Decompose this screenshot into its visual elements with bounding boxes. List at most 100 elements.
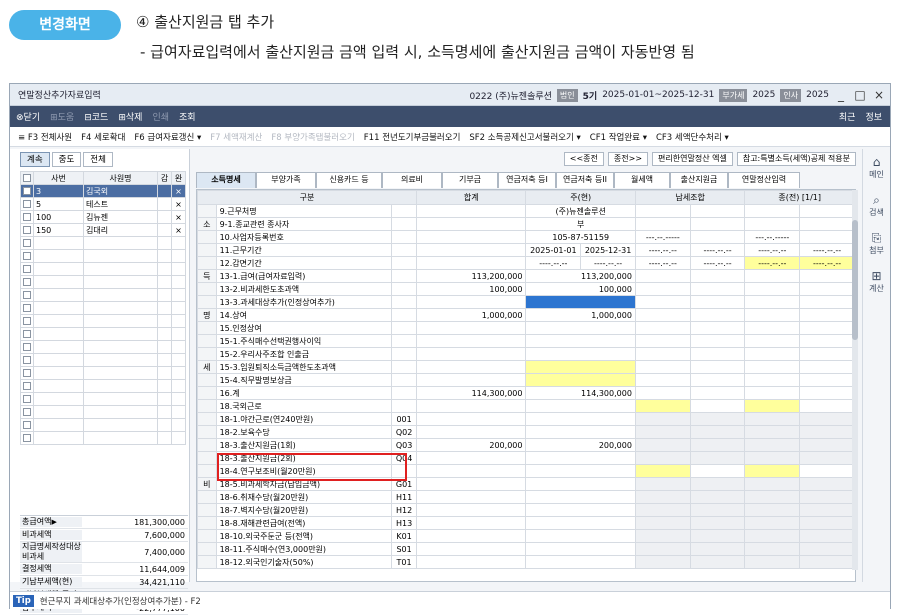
action-button-2[interactable]: 편리한연말정산 엑셀 (652, 152, 733, 166)
other-cell[interactable]: ---.--.----- (744, 230, 801, 244)
tab-2[interactable]: 전체 (83, 152, 113, 167)
current-cell[interactable] (525, 451, 636, 465)
info-button[interactable]: 정보 (865, 110, 882, 123)
current-cell[interactable] (525, 321, 636, 335)
other-cell[interactable] (689, 347, 746, 361)
other-cell[interactable] (744, 490, 801, 504)
other-cell[interactable] (689, 386, 746, 400)
sum-cell[interactable] (415, 542, 527, 556)
sum-cell[interactable] (415, 360, 527, 374)
current-cell[interactable] (525, 516, 636, 530)
other-cell[interactable] (634, 321, 691, 335)
other-cell[interactable] (744, 542, 801, 556)
sum-cell[interactable] (415, 295, 527, 309)
other-cell[interactable] (799, 503, 855, 517)
delete-button[interactable]: ⊞삭제 (118, 110, 142, 123)
sum-cell[interactable] (415, 425, 527, 439)
other-cell[interactable] (744, 503, 801, 517)
toolbar-item-8[interactable]: CF3 세액단수처리 ▾ (656, 131, 729, 143)
current-cell[interactable] (525, 529, 636, 543)
empty-row[interactable] (20, 236, 186, 250)
minimize-icon[interactable]: _ (834, 88, 848, 102)
sum-cell[interactable] (415, 373, 527, 387)
grid-row[interactable]: 18-3.출산지원금(2회) Q04 (197, 451, 855, 465)
sum-cell[interactable]: 1,000,000 (415, 308, 527, 322)
other-cell[interactable] (744, 438, 801, 452)
other-cell[interactable]: ---.--.----- (634, 230, 691, 244)
other-cell[interactable] (689, 269, 746, 283)
current-cell[interactable] (525, 360, 636, 374)
other-cell[interactable] (799, 295, 855, 309)
select-all-checkbox[interactable] (20, 171, 34, 185)
other-cell[interactable] (799, 373, 855, 387)
other-cell[interactable] (634, 451, 691, 465)
other-cell[interactable] (799, 516, 855, 530)
sum-cell[interactable] (415, 477, 527, 491)
sum-cell[interactable] (415, 399, 527, 413)
empty-row[interactable] (20, 353, 186, 367)
other-cell[interactable] (799, 464, 855, 478)
company-name[interactable]: 0222 (주)뉴젠솔루션 (469, 89, 551, 102)
other-cell[interactable] (634, 204, 691, 218)
other-cell[interactable] (689, 399, 746, 413)
other-cell[interactable] (744, 269, 801, 283)
other-cell[interactable] (799, 360, 855, 374)
current-cell[interactable] (525, 555, 636, 569)
grid-row[interactable]: 비 18-5.비과세학자금(납입금액) G01 (197, 477, 855, 491)
grid-row[interactable]: 13-2.비과세한도초과액 100,000 100,000 (197, 282, 855, 296)
current-cell[interactable] (525, 412, 636, 426)
other-cell[interactable] (689, 451, 746, 465)
side-3[interactable]: ⊞ 계산 (863, 269, 890, 301)
period-start[interactable]: 2025-01-01 (525, 243, 582, 257)
sum-cell[interactable] (415, 217, 527, 231)
toolbar-item-7[interactable]: CF1 작업완료 ▾ (590, 131, 647, 143)
current-cell[interactable] (525, 347, 636, 361)
empty-row[interactable] (20, 288, 186, 302)
grid-row[interactable]: 18-4.연구보조비(월20만원) (197, 464, 855, 478)
grid-row[interactable]: 18-11.주식매수(연3,000만원) S01 (197, 542, 855, 556)
code-button[interactable]: ⊟코드 (84, 110, 108, 123)
grid-row[interactable]: 15.인정상여 (197, 321, 855, 335)
empty-row[interactable] (20, 262, 186, 276)
current-cell[interactable] (525, 399, 636, 413)
sum-cell[interactable] (415, 334, 527, 348)
other-cell[interactable] (634, 464, 691, 478)
other-cell[interactable] (689, 529, 746, 543)
other-cell[interactable] (634, 438, 691, 452)
sum-cell[interactable]: 100,000 (415, 282, 527, 296)
grid-row[interactable]: 세 15-3.임원퇴직소득금액한도초과액 (197, 360, 855, 374)
other-cell[interactable] (689, 360, 746, 374)
period-end[interactable]: 2025-12-31 (580, 243, 636, 257)
toolbar-item-4[interactable]: F8 부양가족탭불러오기 (271, 131, 354, 143)
employee-row[interactable]: 100 김뉴젠 × (20, 210, 186, 224)
other-cell[interactable] (689, 477, 746, 491)
other-cell[interactable] (799, 555, 855, 569)
help-button[interactable]: ⊞도움 (50, 110, 74, 123)
other-cell[interactable] (744, 555, 801, 569)
grid-row[interactable]: 18-6.취재수당(월20만원) H11 (197, 490, 855, 504)
toolbar-item-6[interactable]: SF2 소득공제신고서불러오기 ▾ (469, 131, 580, 143)
tab-1[interactable]: 중도 (51, 152, 82, 167)
tab-의료비[interactable]: 의료비 (382, 172, 442, 188)
other-cell[interactable] (799, 204, 855, 218)
other-cell[interactable] (689, 412, 746, 426)
current-cell[interactable]: 부 (525, 217, 636, 231)
action-button-0[interactable]: <<종전 (563, 152, 604, 166)
other-cell[interactable] (744, 386, 801, 400)
sum-cell[interactable] (415, 347, 527, 361)
current-cell[interactable]: 114,300,000 (525, 386, 636, 400)
sum-cell[interactable] (415, 412, 527, 426)
other-cell[interactable] (689, 464, 746, 478)
other-cell[interactable] (634, 282, 691, 296)
grid-row[interactable]: 소 9-1.종교관련 종사자 부 (197, 217, 855, 231)
other-cell[interactable] (799, 412, 855, 426)
sum-cell[interactable]: 114,300,000 (415, 386, 527, 400)
other-cell[interactable] (689, 438, 746, 452)
current-cell[interactable] (525, 503, 636, 517)
current-cell[interactable] (525, 373, 636, 387)
tab-연금저축 등II[interactable]: 연금저축 등II (556, 172, 614, 188)
grid-scrollbar[interactable] (852, 190, 858, 570)
tab-0[interactable]: 계속 (20, 152, 50, 167)
other-cell[interactable] (634, 360, 691, 374)
empty-row[interactable] (20, 340, 186, 354)
